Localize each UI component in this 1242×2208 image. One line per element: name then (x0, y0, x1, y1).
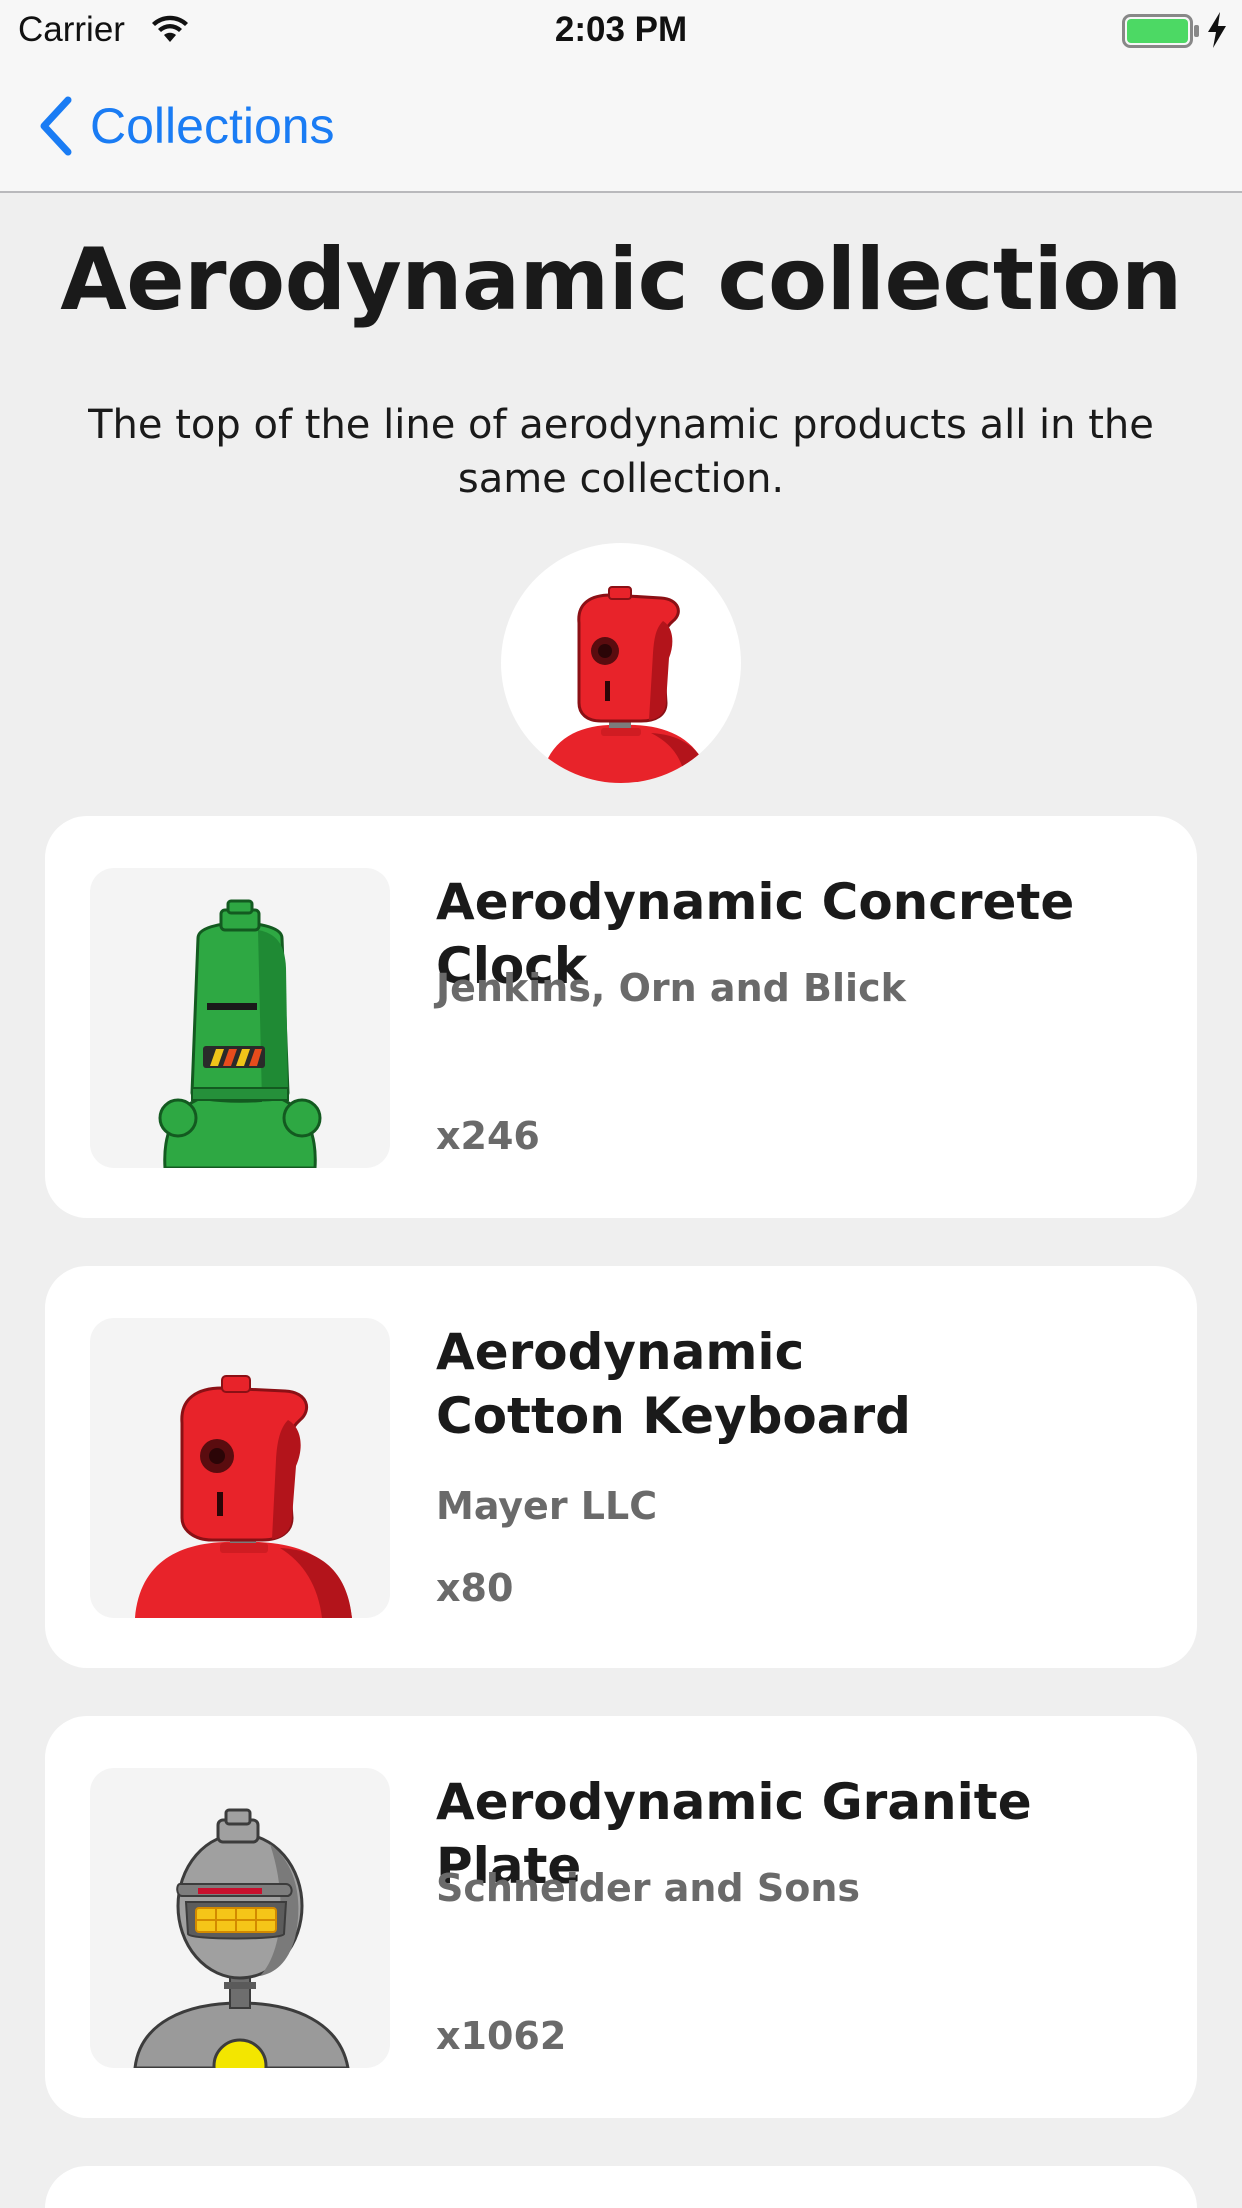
product-quantity: x246 (436, 1114, 540, 1158)
status-bar: Carrier 2:03 PM (0, 0, 1242, 60)
product-title: Aerodynamic Cotton Keyboard (436, 1320, 1156, 1448)
product-maker: Jenkins, Orn and Blick (436, 966, 906, 1010)
red-robot-icon (135, 1375, 352, 1618)
product-card[interactable] (45, 2166, 1197, 2208)
green-robot-icon (158, 899, 322, 1168)
product-card[interactable]: Aerodynamic Cotton Keyboard Mayer LLC x8… (45, 1266, 1197, 1668)
product-card[interactable]: Aerodynamic Granite Plate Schneider and … (45, 1716, 1197, 2118)
product-image (90, 868, 390, 1168)
product-title-line: Cotton Keyboard (436, 1387, 911, 1445)
product-image (90, 1768, 390, 2068)
back-button-label: Collections (90, 98, 335, 154)
battery-icon (1122, 14, 1199, 48)
navigation-bar: Collections (0, 60, 1242, 193)
collection-description: The top of the line of aerodynamic produ… (88, 402, 1154, 502)
collection-avatar (501, 543, 741, 783)
charging-icon (1208, 12, 1226, 48)
product-image (90, 1318, 390, 1618)
product-quantity: x1062 (436, 2014, 567, 2058)
back-button[interactable]: Collections (36, 96, 335, 156)
gray-robot-icon (133, 1808, 350, 2068)
status-time: 2:03 PM (554, 10, 688, 49)
collection-title: Aerodynamic collection (60, 230, 1182, 330)
product-maker: Schneider and Sons (436, 1866, 861, 1910)
product-title-line: Aerodynamic (436, 1323, 805, 1381)
product-maker: Mayer LLC (436, 1484, 658, 1528)
chevron-left-icon (40, 96, 72, 156)
product-quantity: x80 (436, 1566, 514, 1610)
red-robot-icon (541, 586, 711, 783)
product-card[interactable]: Aerodynamic Concrete Clock Jenkins, Orn … (45, 816, 1197, 1218)
